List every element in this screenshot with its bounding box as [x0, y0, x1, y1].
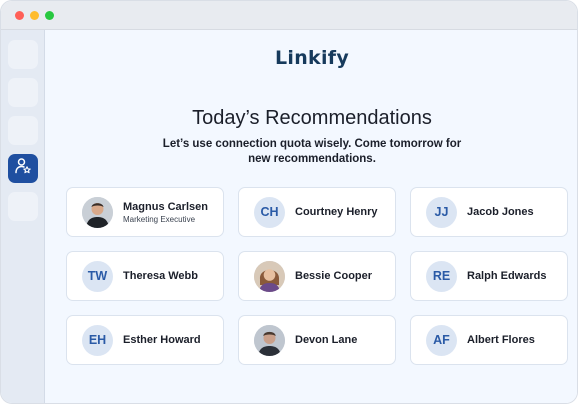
- avatar: AF: [426, 324, 457, 356]
- contact-name: Magnus Carlsen: [123, 200, 208, 213]
- minimize-window-button[interactable]: [30, 11, 39, 20]
- recommendation-card[interactable]: Devon Lane: [238, 315, 396, 365]
- maximize-window-button[interactable]: [45, 11, 54, 20]
- contact-name: Courtney Henry: [295, 206, 378, 218]
- avatar: TW: [82, 260, 113, 292]
- contact-name: Theresa Webb: [123, 270, 198, 282]
- app-window: Linkify Today’s Recommendations Let’s us…: [0, 0, 578, 404]
- close-window-button[interactable]: [15, 11, 24, 20]
- title-bar: [1, 1, 577, 30]
- page-title: Today’s Recommendations: [192, 107, 432, 129]
- avatar: [254, 324, 285, 356]
- avatar: JJ: [426, 196, 457, 228]
- recommendation-card[interactable]: Bessie Cooper: [238, 251, 396, 301]
- recommendation-card[interactable]: Magnus Carlsen Marketing Executive: [66, 187, 224, 237]
- avatar: [82, 196, 113, 228]
- contact-name: Bessie Cooper: [295, 270, 373, 282]
- sidebar-item-recommendations[interactable]: [8, 154, 38, 183]
- recommendation-card[interactable]: TW Theresa Webb: [66, 251, 224, 301]
- contact-name: Albert Flores: [467, 334, 535, 346]
- contact-name: Ralph Edwards: [467, 270, 547, 282]
- recommendation-card[interactable]: RE Ralph Edwards: [410, 251, 568, 301]
- avatar: [254, 260, 285, 292]
- avatar: EH: [82, 324, 113, 356]
- contact-name: Jacob Jones: [467, 206, 534, 218]
- page-subtitle: Let’s use connection quota wisely. Come …: [162, 138, 462, 165]
- avatar: RE: [426, 260, 457, 292]
- sidebar-item-3[interactable]: [8, 116, 38, 145]
- sidebar-item-5[interactable]: [8, 192, 38, 221]
- recommendation-card[interactable]: AF Albert Flores: [410, 315, 568, 365]
- sidebar-item-2[interactable]: [8, 78, 38, 107]
- avatar: CH: [254, 196, 285, 228]
- recommendation-card[interactable]: JJ Jacob Jones: [410, 187, 568, 237]
- contact-role: Marketing Executive: [123, 214, 196, 224]
- user-star-icon: [14, 157, 32, 180]
- recommendation-card[interactable]: CH Courtney Henry: [238, 187, 396, 237]
- contact-name: Devon Lane: [295, 334, 358, 346]
- contact-name: Esther Howard: [123, 334, 201, 346]
- recommendation-card[interactable]: EH Esther Howard: [66, 315, 224, 365]
- sidebar-item-1[interactable]: [8, 40, 38, 69]
- app-logo: Linkify: [274, 47, 350, 69]
- main-content: Linkify Today’s Recommendations Let’s us…: [45, 30, 577, 403]
- sidebar: [1, 30, 45, 403]
